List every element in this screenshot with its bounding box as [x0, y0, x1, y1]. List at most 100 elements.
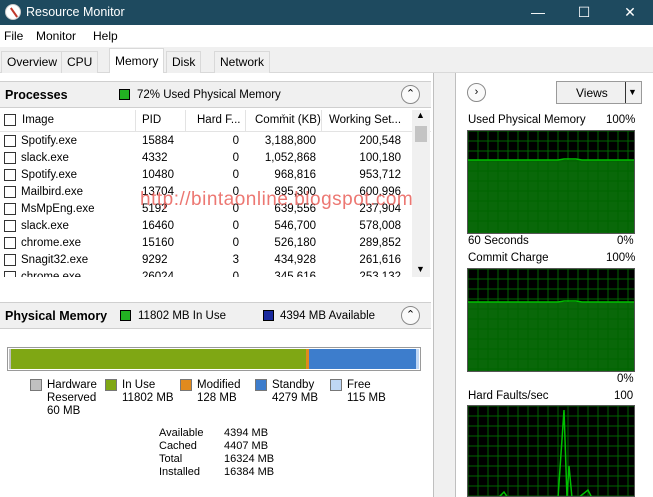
watermark-text: http://bintaonline.blogspot.com	[140, 189, 414, 210]
graph-line	[498, 409, 592, 496]
cell-working-set: 100,180	[359, 152, 401, 164]
scrollbar-thumb[interactable]	[415, 126, 427, 142]
stat-label: Available	[159, 427, 204, 439]
legend-swatch-hardware-reserved	[30, 379, 42, 391]
graph-min-commit-charge: 0%	[617, 373, 634, 385]
maximize-button[interactable]: ☐	[561, 0, 607, 25]
table-row[interactable]: Spotify.exe 10480 0 968,816 953,712	[0, 167, 412, 184]
legend-value: 4279 MB	[272, 392, 319, 404]
collapse-physical-memory-button[interactable]: ⌃	[401, 306, 420, 325]
stat-label: Total	[159, 453, 183, 465]
cell-pid: 15884	[142, 135, 174, 147]
cell-hard-faults: 3	[232, 254, 239, 266]
cell-working-set: 253,132	[359, 271, 401, 277]
cell-working-set: 578,008	[359, 220, 401, 232]
graph-max-commit-charge: 100%	[606, 252, 636, 264]
graph-min-used-physical-memory: 0%	[617, 235, 634, 247]
cell-working-set: 200,548	[359, 135, 401, 147]
legend-label: Hardware	[47, 379, 97, 391]
available-summary: 4394 MB Available	[280, 310, 376, 322]
views-divider	[625, 82, 626, 103]
table-row[interactable]: slack.exe 16460 0 546,700 578,008	[0, 218, 412, 235]
cell-working-set: 261,616	[359, 254, 401, 266]
in-use-summary: 11802 MB In Use	[138, 310, 227, 322]
row-checkbox[interactable]	[4, 271, 16, 277]
row-checkbox[interactable]	[4, 186, 16, 198]
in-use-indicator	[120, 310, 131, 321]
physical-memory-header[interactable]: Physical Memory 11802 MB In Use 4394 MB …	[0, 302, 431, 329]
graph-used-physical-memory	[467, 130, 635, 234]
graph-hard-faults	[467, 405, 635, 497]
cell-hard-faults: 0	[232, 135, 239, 147]
legend-value: 128 MB	[197, 392, 237, 404]
views-dropdown[interactable]: Views ▼	[556, 81, 642, 104]
graph-footer-used-physical-memory: 60 Seconds	[468, 235, 529, 247]
cell-image: slack.exe	[21, 220, 69, 232]
row-checkbox[interactable]	[4, 237, 16, 249]
graph-max-used-physical-memory: 100%	[606, 114, 636, 126]
close-button[interactable]: ✕	[607, 0, 653, 25]
processes-scrollbar[interactable]: ▲ ▼	[412, 110, 430, 277]
row-checkbox[interactable]	[4, 135, 16, 147]
graph-label-hard-faults: Hard Faults/sec	[468, 390, 549, 402]
bar-free	[416, 349, 419, 369]
legend-label: Standby	[272, 379, 315, 391]
scroll-up-icon[interactable]: ▲	[416, 110, 425, 120]
cell-pid: 9292	[142, 254, 168, 266]
stat-label: Installed	[159, 466, 200, 478]
cell-image: Spotify.exe	[21, 135, 78, 147]
legend-value: 115 MB	[347, 392, 386, 404]
cell-image: chrome.exe	[21, 271, 82, 277]
legend-label: Modified	[197, 379, 241, 391]
cell-commit: 526,180	[274, 237, 316, 249]
cell-image: MsMpEng.exe	[21, 203, 95, 215]
stat-value: 16324 MB	[224, 453, 275, 465]
cell-pid: 16460	[142, 220, 174, 232]
chevron-down-icon: ▼	[628, 87, 637, 97]
cell-hard-faults: 0	[232, 220, 239, 232]
cell-commit: 968,816	[274, 169, 316, 181]
cell-commit: 546,700	[274, 220, 316, 232]
bar-standby	[309, 349, 416, 369]
table-row[interactable]: chrome.exe 15160 0 526,180 289,852	[0, 235, 412, 252]
pane-splitter[interactable]	[434, 73, 455, 497]
row-checkbox[interactable]	[4, 169, 16, 181]
legend-swatch-modified	[180, 379, 192, 391]
graph-label-used-physical-memory: Used Physical Memory	[468, 114, 586, 126]
scroll-down-icon[interactable]: ▼	[416, 264, 425, 274]
legend-swatch-standby	[255, 379, 267, 391]
table-row[interactable]: Spotify.exe 15884 0 3,188,800 200,548	[0, 133, 412, 150]
cell-pid: 15160	[142, 237, 174, 249]
row-checkbox[interactable]	[4, 220, 16, 232]
collapse-right-pane-button[interactable]: ›	[467, 83, 486, 102]
graph-line	[468, 158, 634, 161]
stat-label: Cached	[159, 440, 197, 452]
cell-hard-faults: 0	[232, 169, 239, 181]
cell-working-set: 289,852	[359, 237, 401, 249]
cell-image: Snagit32.exe	[21, 254, 89, 266]
row-checkbox[interactable]	[4, 152, 16, 164]
stat-value: 16384 MB	[224, 466, 275, 478]
cell-working-set: 953,712	[359, 169, 401, 181]
cell-pid: 10480	[142, 169, 174, 181]
stat-value: 4407 MB	[224, 440, 269, 452]
cell-commit: 3,188,800	[264, 135, 316, 147]
available-indicator	[263, 310, 274, 321]
graph-commit-charge	[467, 268, 635, 372]
views-label: Views	[576, 86, 608, 100]
minimize-button[interactable]: —	[515, 0, 561, 25]
cell-image: Spotify.exe	[21, 169, 78, 181]
row-checkbox[interactable]	[4, 254, 16, 266]
cell-image: slack.exe	[21, 152, 69, 164]
table-row[interactable]: Snagit32.exe 9292 3 434,928 261,616	[0, 252, 412, 269]
row-checkbox[interactable]	[4, 203, 16, 215]
table-row[interactable]: slack.exe 4332 0 1,052,868 100,180	[0, 150, 412, 167]
physical-memory-bar	[7, 347, 421, 371]
legend-value: 60 MB	[47, 405, 81, 417]
legend-swatch-in-use	[105, 379, 117, 391]
table-row[interactable]: chrome.exe 26024 0 345,616 253,132	[0, 269, 412, 277]
cell-commit: 1,052,868	[264, 152, 316, 164]
legend-label-line2: Reserved	[47, 392, 97, 404]
legend-label: In Use	[122, 379, 156, 391]
graph-max-hard-faults: 100	[614, 390, 634, 402]
